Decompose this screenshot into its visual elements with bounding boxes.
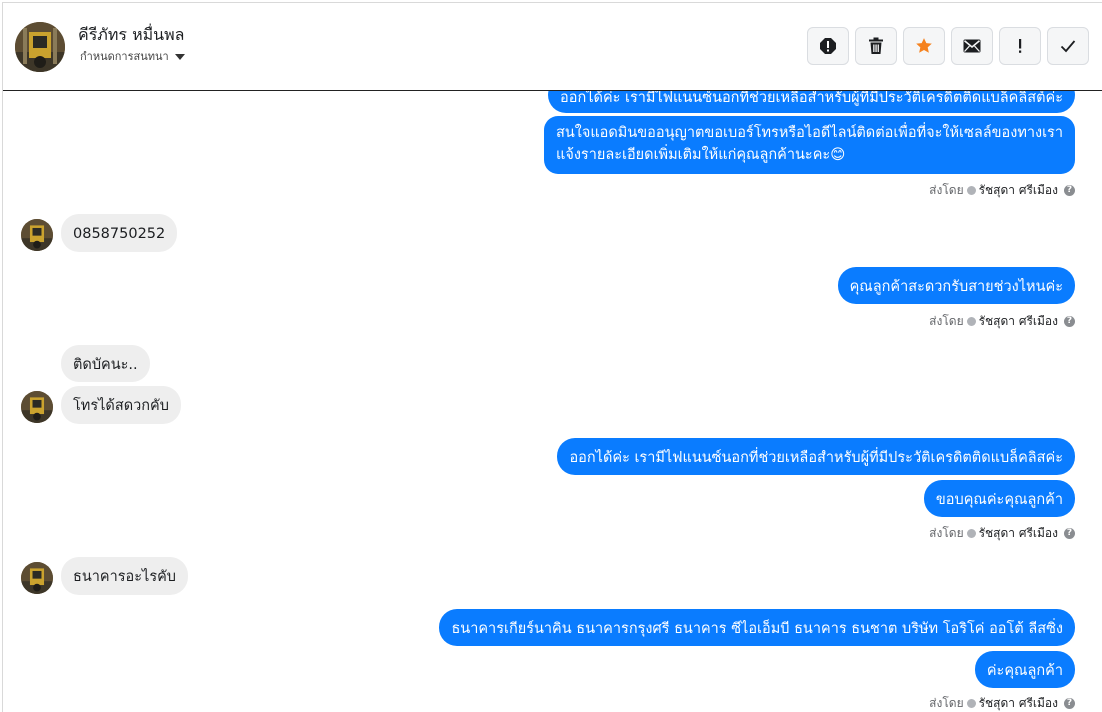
follow-up-button[interactable] [999,27,1041,65]
contact-avatar[interactable] [15,22,65,72]
incoming-message: ธนาคารอะไรคับ [61,557,189,595]
help-icon[interactable]: ? [1064,185,1075,196]
agent-name[interactable]: รัชสุดา ศรีเมือง [979,524,1058,543]
sent-by-info: ส่งโดย รัชสุดา ศรีเมือง ? [929,694,1075,712]
check-icon [1060,40,1076,53]
sent-by-info: ส่งโดย รัชสุดา ศรีเมือง ? [929,181,1075,200]
exclamation-icon [1019,39,1022,53]
outgoing-message: ออกได้ค่ะ เรามีไฟแนนซ์นอกที่ช่วยเหลือสำห… [557,438,1075,475]
agent-status-icon [966,186,976,195]
message-line: สนใจแอดมินขออนุญาตขอเบอร์โทรหรือไอดีไลน์… [555,125,1063,141]
outgoing-message: สนใจแอดมินขออนุญาตขอเบอร์โทรหรือไอดีไลน์… [543,116,1075,174]
mark-done-button[interactable] [1047,27,1089,65]
message-line: แจ้งรายละเอียดเพิ่มเติมให้แก่คุณลูกค้านะ… [555,147,846,163]
trash-icon [869,37,883,54]
agent-name[interactable]: รัชสุดา ศรีเมือง [979,312,1058,331]
contact-avatar-small [21,391,53,423]
agent-name[interactable]: รัชสุดา ศรีเมือง [979,694,1058,712]
envelope-icon [963,39,981,53]
delete-button[interactable] [855,27,897,65]
incoming-message: โทรได้สดวกคับ [61,386,181,424]
sent-by-label: ส่งโดย [929,696,964,710]
agent-status-icon [966,529,976,538]
assign-conversation-dropdown[interactable]: กำหนดการสนทนา [80,47,185,65]
help-icon[interactable]: ? [1064,528,1075,539]
contact-name: คีรีภัทร หมื่นพล [78,25,185,44]
contact-avatar-small [21,562,53,594]
outgoing-message: ขอบคุณค่ะคุณลูกค้า [923,480,1075,517]
outgoing-message: ธนาคารเกียร์นาคิน ธนาคารกรุงศรี ธนาคาร ซ… [439,609,1075,646]
agent-name[interactable]: รัชสุดา ศรีเมือง [979,181,1058,200]
outgoing-message: คุณลูกค้าสะดวกรับสายช่วงไหนค่ะ [837,267,1075,304]
message-thread[interactable]: ออกได้ค่ะ เรามีไฟแนนซ์นอกที่ช่วยเหลือสำห… [3,91,1102,712]
incoming-message: 0858750252 [61,214,178,252]
help-icon[interactable]: ? [1064,316,1075,327]
assign-label: กำหนดการสนทนา [80,50,169,63]
mark-unread-button[interactable] [951,27,993,65]
sent-by-info: ส่งโดย รัชสุดา ศรีเมือง ? [929,524,1075,543]
sent-by-label: ส่งโดย [929,526,964,540]
star-button[interactable] [903,27,945,65]
sent-by-info: ส่งโดย รัชสุดา ศรีเมือง ? [929,312,1075,331]
help-icon[interactable]: ? [1064,698,1075,709]
contact-avatar-small [21,219,53,251]
report-button[interactable] [807,27,849,65]
agent-status-icon [966,317,976,326]
agent-status-icon [966,699,976,708]
star-icon [916,38,932,53]
sent-by-label: ส่งโดย [929,314,964,328]
outgoing-message: ออกได้ค่ะ เรามีไฟแนนซ์นอกที่ช่วยเหลือสำห… [548,91,1075,113]
report-icon [820,38,836,54]
conversation-panel: คีรีภัทร หมื่นพล กำหนดการสนทนา ออกได้ค่ะ… [2,2,1102,712]
sent-by-label: ส่งโดย [929,183,964,197]
incoming-message: ติดบัคนะ.. [61,345,150,382]
header-actions [807,27,1089,65]
conversation-header: คีรีภัทร หมื่นพล กำหนดการสนทนา [3,3,1102,91]
caret-down-icon [174,53,185,60]
outgoing-message: ค่ะคุณลูกค้า [974,651,1075,688]
